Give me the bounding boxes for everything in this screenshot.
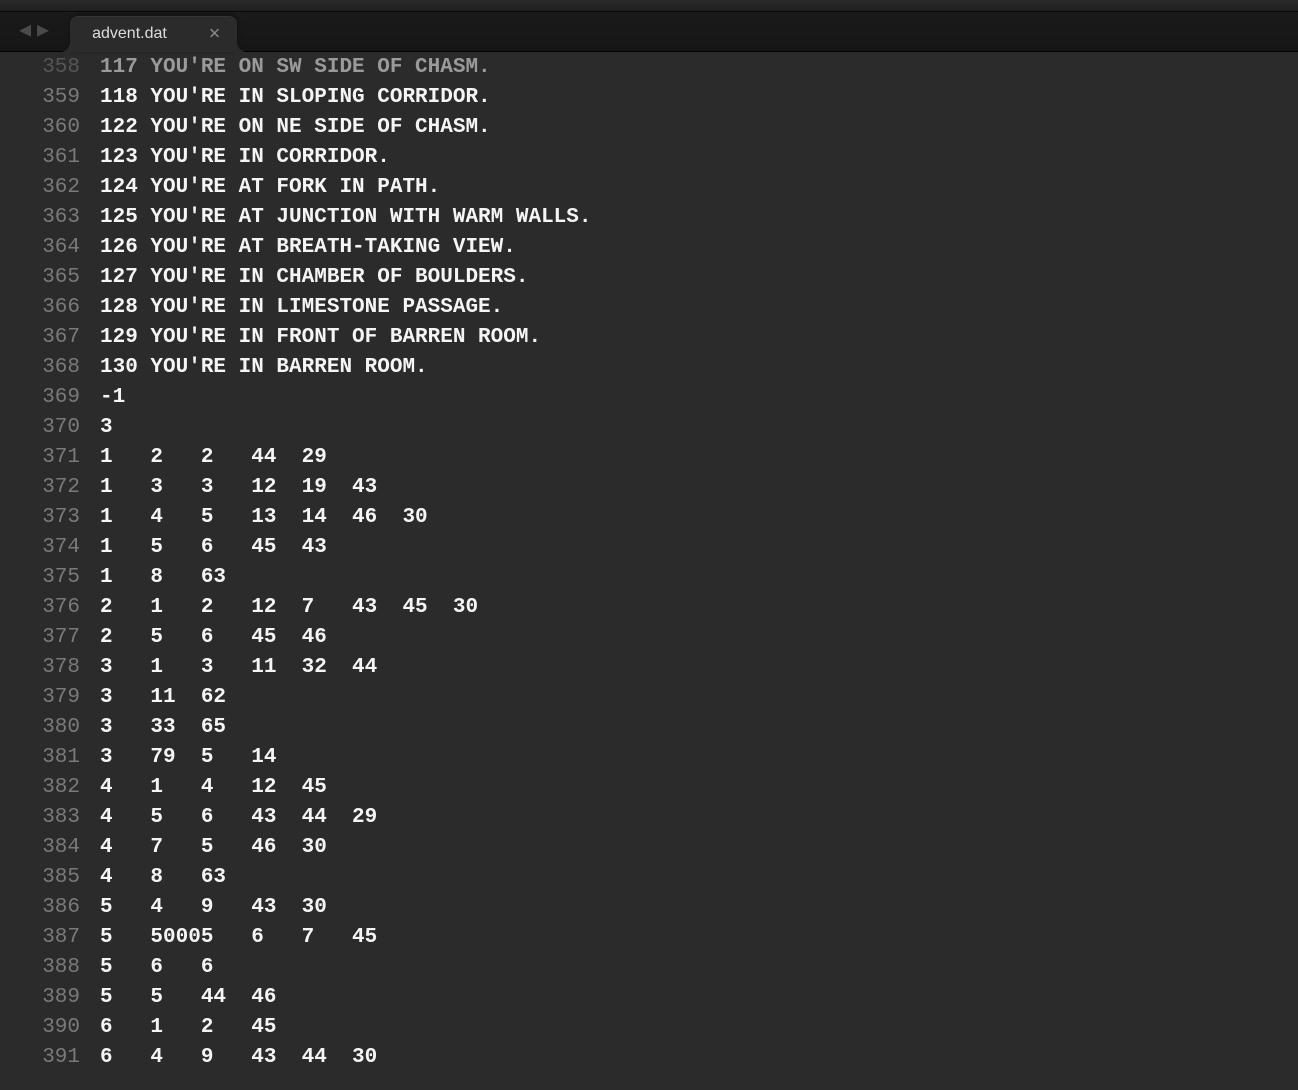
line-number: 386: [0, 893, 80, 923]
line-number: 375: [0, 563, 80, 593]
code-line[interactable]: 5 6 6: [100, 953, 1298, 983]
tab-bar: ◀ ▶ advent.dat ✕: [0, 12, 1298, 52]
line-number: 390: [0, 1013, 80, 1043]
code-line[interactable]: 2 5 6 45 46: [100, 623, 1298, 653]
code-line[interactable]: 4 7 5 46 30: [100, 833, 1298, 863]
line-number: 363: [0, 203, 80, 233]
code-line[interactable]: 3: [100, 413, 1298, 443]
line-number: 374: [0, 533, 80, 563]
code-line[interactable]: 1 5 6 45 43: [100, 533, 1298, 563]
line-number-gutter: 3583593603613623633643653663673683693703…: [0, 56, 100, 1090]
line-number: 362: [0, 173, 80, 203]
line-number: 382: [0, 773, 80, 803]
line-number: 391: [0, 1043, 80, 1073]
line-number: 365: [0, 263, 80, 293]
line-number: 378: [0, 653, 80, 683]
line-number: 370: [0, 413, 80, 443]
code-line[interactable]: 4 5 6 43 44 29: [100, 803, 1298, 833]
code-line[interactable]: 5 50005 6 7 45: [100, 923, 1298, 953]
code-line[interactable]: 2 1 2 12 7 43 45 30: [100, 593, 1298, 623]
code-line[interactable]: 1 2 2 44 29: [100, 443, 1298, 473]
code-line[interactable]: 118 YOU'RE IN SLOPING CORRIDOR.: [100, 83, 1298, 113]
code-line[interactable]: 125 YOU'RE AT JUNCTION WITH WARM WALLS.: [100, 203, 1298, 233]
code-line[interactable]: 1 8 63: [100, 563, 1298, 593]
line-number: 389: [0, 983, 80, 1013]
code-line[interactable]: 123 YOU'RE IN CORRIDOR.: [100, 143, 1298, 173]
code-line[interactable]: 4 8 63: [100, 863, 1298, 893]
line-number: 383: [0, 803, 80, 833]
code-line[interactable]: 126 YOU'RE AT BREATH-TAKING VIEW.: [100, 233, 1298, 263]
line-number: 368: [0, 353, 80, 383]
code-line[interactable]: 5 5 44 46: [100, 983, 1298, 1013]
line-number: 380: [0, 713, 80, 743]
window-titlebar: [0, 0, 1298, 12]
code-line[interactable]: 4 1 4 12 45: [100, 773, 1298, 803]
line-number: 381: [0, 743, 80, 773]
code-line[interactable]: 3 11 62: [100, 683, 1298, 713]
line-number: 367: [0, 323, 80, 353]
code-line[interactable]: -1: [100, 383, 1298, 413]
code-line[interactable]: 6 1 2 45: [100, 1013, 1298, 1043]
code-line[interactable]: 3 33 65: [100, 713, 1298, 743]
line-number: 387: [0, 923, 80, 953]
code-line[interactable]: 1 3 3 12 19 43: [100, 473, 1298, 503]
code-line[interactable]: 128 YOU'RE IN LIMESTONE PASSAGE.: [100, 293, 1298, 323]
tab-nav-back-icon[interactable]: ◀: [19, 22, 31, 42]
file-tab[interactable]: advent.dat ✕: [70, 16, 237, 52]
line-number: 361: [0, 143, 80, 173]
code-line[interactable]: 124 YOU'RE AT FORK IN PATH.: [100, 173, 1298, 203]
editor-area[interactable]: 3583593603613623633643653663673683693703…: [0, 52, 1298, 1090]
line-number: 360: [0, 113, 80, 143]
line-number: 373: [0, 503, 80, 533]
line-number: 369: [0, 383, 80, 413]
line-number: 359: [0, 83, 80, 113]
code-line[interactable]: 5 4 9 43 30: [100, 893, 1298, 923]
line-number: 384: [0, 833, 80, 863]
line-number: 358: [0, 53, 80, 80]
code-line[interactable]: 1 4 5 13 14 46 30: [100, 503, 1298, 533]
code-line[interactable]: 117 YOU'RE ON SW SIDE OF CHASM.: [100, 53, 1298, 80]
line-number: 376: [0, 593, 80, 623]
line-number: 372: [0, 473, 80, 503]
file-tab-title: advent.dat: [92, 25, 167, 43]
code-content[interactable]: 117 YOU'RE ON SW SIDE OF CHASM. 118 YOU'R…: [100, 56, 1298, 1090]
code-line[interactable]: 127 YOU'RE IN CHAMBER OF BOULDERS.: [100, 263, 1298, 293]
line-number: 371: [0, 443, 80, 473]
code-line[interactable]: 130 YOU'RE IN BARREN ROOM.: [100, 353, 1298, 383]
line-number: 377: [0, 623, 80, 653]
line-number: 388: [0, 953, 80, 983]
code-line[interactable]: 129 YOU'RE IN FRONT OF BARREN ROOM.: [100, 323, 1298, 353]
close-icon[interactable]: ✕: [208, 27, 221, 42]
line-number: 366: [0, 293, 80, 323]
line-number: 379: [0, 683, 80, 713]
line-number: 364: [0, 233, 80, 263]
code-line[interactable]: 3 1 3 11 32 44: [100, 653, 1298, 683]
code-line[interactable]: 122 YOU'RE ON NE SIDE OF CHASM.: [100, 113, 1298, 143]
tab-nav-forward-icon[interactable]: ▶: [37, 22, 49, 42]
code-line[interactable]: 6 4 9 43 44 30: [100, 1043, 1298, 1073]
code-line[interactable]: 3 79 5 14: [100, 743, 1298, 773]
line-number: 385: [0, 863, 80, 893]
